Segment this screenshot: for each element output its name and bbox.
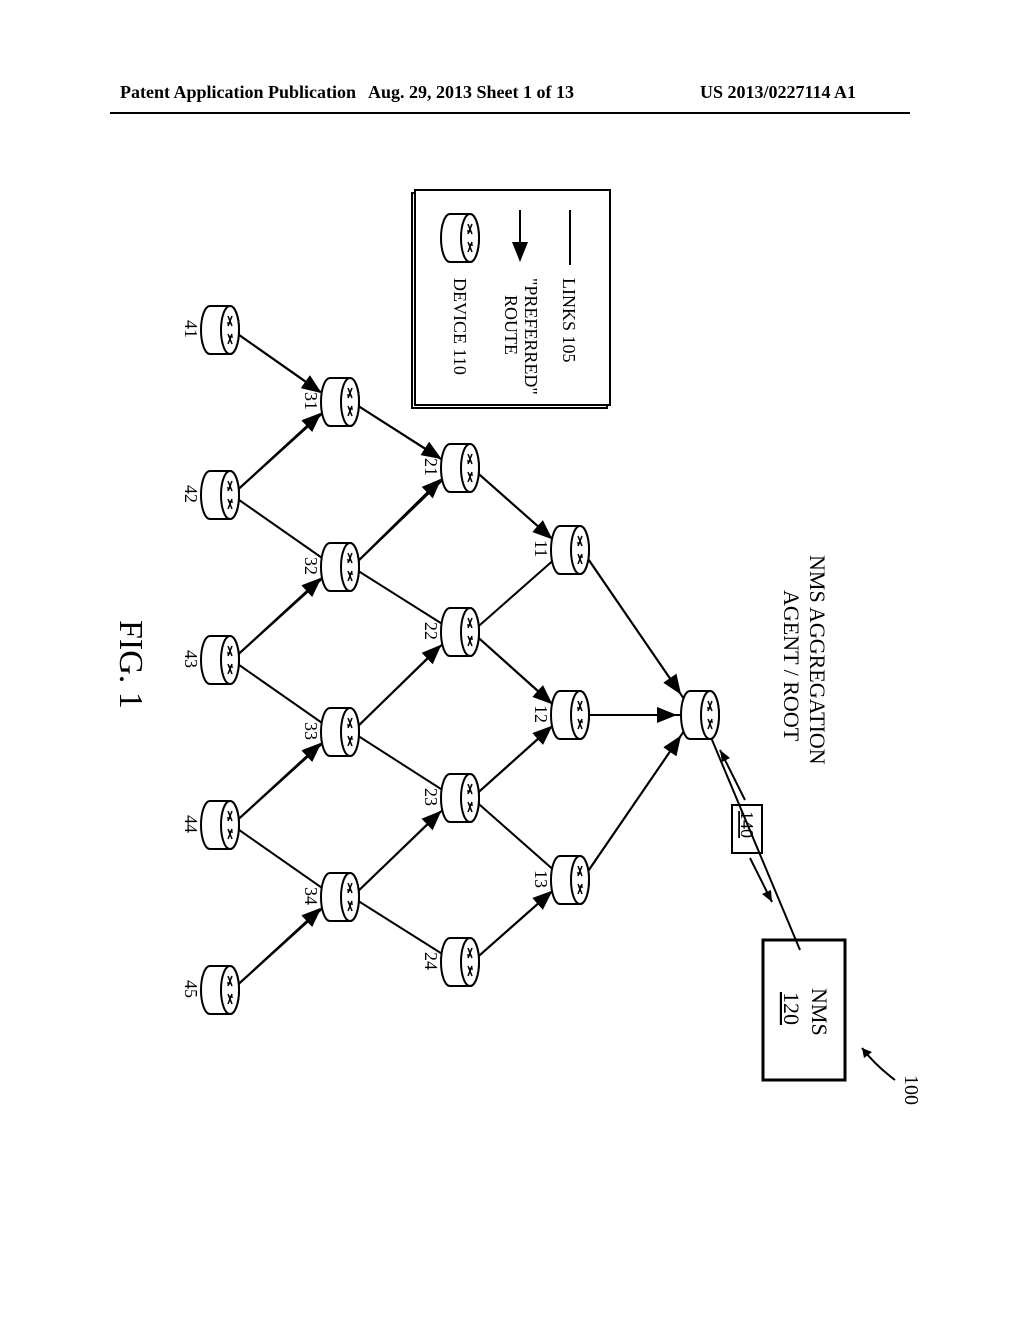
label-32: 32	[301, 557, 321, 575]
figure-1: 100 NMS 120 NMS AGGREGATION AGENT / ROOT…	[0, 160, 960, 1040]
ref-100-arrow	[862, 1048, 872, 1058]
label-22: 22	[421, 622, 441, 640]
device-43	[201, 636, 239, 684]
label-33: 33	[301, 722, 321, 740]
device-34	[321, 873, 359, 921]
link-root-nms	[710, 735, 800, 950]
label-21: 21	[421, 458, 441, 476]
device-32	[321, 543, 359, 591]
nms-box	[763, 940, 845, 1080]
device-12	[551, 691, 589, 739]
device-42	[201, 471, 239, 519]
agent-root-line1: NMS AGGREGATION	[805, 555, 830, 765]
label-31: 31	[301, 392, 321, 410]
figure-svg: 100 NMS 120 NMS AGGREGATION AGENT / ROOT…	[80, 160, 960, 1160]
page-header: Patent Application Publication Aug. 29, …	[0, 82, 1024, 112]
legend-device: DEVICE 110	[450, 278, 470, 375]
agent-root-line2: AGENT / ROOT	[779, 590, 804, 742]
device-22	[441, 608, 479, 656]
ref-100: 100	[900, 1075, 922, 1105]
label-42: 42	[181, 485, 201, 503]
device-root	[681, 691, 719, 739]
header-rule	[110, 112, 910, 114]
label-34: 34	[301, 887, 321, 905]
header-right: US 2013/0227114 A1	[700, 82, 856, 103]
device-11	[551, 526, 589, 574]
device-45	[201, 966, 239, 1014]
device-24	[441, 938, 479, 986]
device-44	[201, 801, 239, 849]
label-44: 44	[181, 815, 201, 833]
label-43: 43	[181, 650, 201, 668]
device-21	[441, 444, 479, 492]
legend: LINKS 105 "PREFERRED" ROUTE DEVICE 110	[412, 190, 610, 408]
label-41: 41	[181, 320, 201, 338]
label-24: 24	[421, 952, 441, 970]
label-23: 23	[421, 788, 441, 806]
label-45: 45	[181, 980, 201, 998]
label-12: 12	[531, 705, 551, 723]
page: Patent Application Publication Aug. 29, …	[0, 0, 1024, 1320]
device-31	[321, 378, 359, 426]
header-mid: Aug. 29, 2013 Sheet 1 of 13	[368, 82, 574, 103]
label-13: 13	[531, 870, 551, 888]
header-left: Patent Application Publication	[120, 82, 356, 103]
nms-120: 120	[779, 992, 804, 1025]
legend-preferred-1: "PREFERRED"	[521, 278, 541, 395]
device-13	[551, 856, 589, 904]
legend-links: LINKS 105	[559, 278, 579, 363]
fig-caption: FIG. 1	[112, 620, 149, 709]
device-41	[201, 306, 239, 354]
device-23	[441, 774, 479, 822]
legend-device-icon	[441, 214, 479, 262]
label-11: 11	[531, 540, 551, 557]
legend-preferred-2: ROUTE	[501, 295, 521, 355]
nms-label: NMS	[807, 988, 832, 1036]
device-33	[321, 708, 359, 756]
